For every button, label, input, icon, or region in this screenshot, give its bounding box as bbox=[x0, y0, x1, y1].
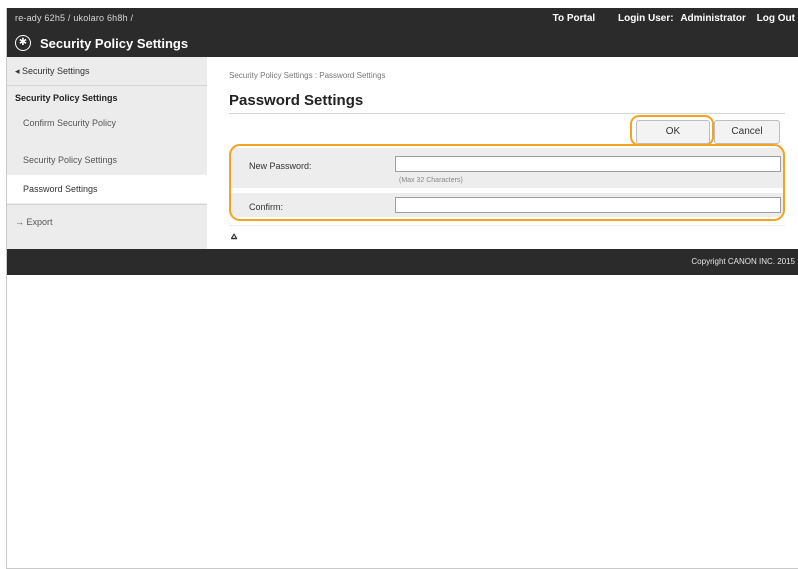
sidebar: ◂ Security Settings Security Policy Sett… bbox=[7, 57, 207, 249]
confirm-password-input[interactable] bbox=[395, 197, 781, 213]
top-bar: re-ady 62h5 / ukolaro 6h8h / To Portal L… bbox=[7, 8, 798, 30]
sidebar-item-export[interactable]: → Export bbox=[15, 217, 215, 227]
title-divider bbox=[229, 113, 785, 114]
main-content: Security Policy Settings : Password Sett… bbox=[207, 57, 798, 249]
header-title: Security Policy Settings bbox=[40, 36, 189, 51]
confirm-label: Confirm: bbox=[249, 202, 284, 212]
sidebar-group-title: Security Policy Settings bbox=[15, 93, 118, 103]
scroll-to-top-icon[interactable]: ⩟ bbox=[231, 231, 237, 242]
login-user-label: Login User: bbox=[617, 13, 674, 24]
sidebar-divider bbox=[7, 204, 207, 205]
header-fill bbox=[207, 30, 798, 57]
browser-frame: re-ady 62h5 / ukolaro 6h8h / To Portal L… bbox=[6, 8, 798, 569]
copyright-text: Copyright CANON INC. 2015 bbox=[691, 257, 795, 266]
new-password-label: New Password: bbox=[249, 161, 312, 171]
lock-gear-icon: ✱ bbox=[15, 35, 31, 51]
logout-link[interactable]: Log Out bbox=[757, 13, 795, 24]
sidebar-back-link[interactable]: ◂ Security Settings bbox=[15, 66, 215, 77]
cancel-button[interactable]: Cancel bbox=[714, 120, 780, 144]
page-header: ✱ Security Policy Settings bbox=[7, 30, 207, 57]
page-title: Password Settings bbox=[229, 92, 364, 109]
footer: Copyright CANON INC. 2015 bbox=[7, 249, 798, 275]
sidebar-item-password-settings[interactable]: Password Settings bbox=[7, 175, 207, 203]
new-password-input[interactable] bbox=[395, 156, 781, 172]
form-bottom-divider bbox=[229, 225, 785, 226]
sidebar-divider bbox=[7, 85, 207, 86]
password-length-hint: (Max 32 Characters) bbox=[399, 177, 463, 184]
device-name: re-ady 62h5 / ukolaro 6h8h / bbox=[15, 13, 134, 23]
sidebar-item-security-policy-settings[interactable]: Security Policy Settings bbox=[7, 146, 207, 174]
top-bar-links: To Portal Login User: Administrator Log … bbox=[539, 13, 795, 24]
sidebar-item-confirm-security-policy[interactable]: Confirm Security Policy bbox=[7, 109, 207, 137]
login-user-name: Administrator bbox=[680, 13, 746, 24]
to-portal-link[interactable]: To Portal bbox=[553, 13, 596, 24]
breadcrumb: Security Policy Settings : Password Sett… bbox=[229, 71, 386, 80]
ok-button[interactable]: OK bbox=[636, 120, 710, 144]
